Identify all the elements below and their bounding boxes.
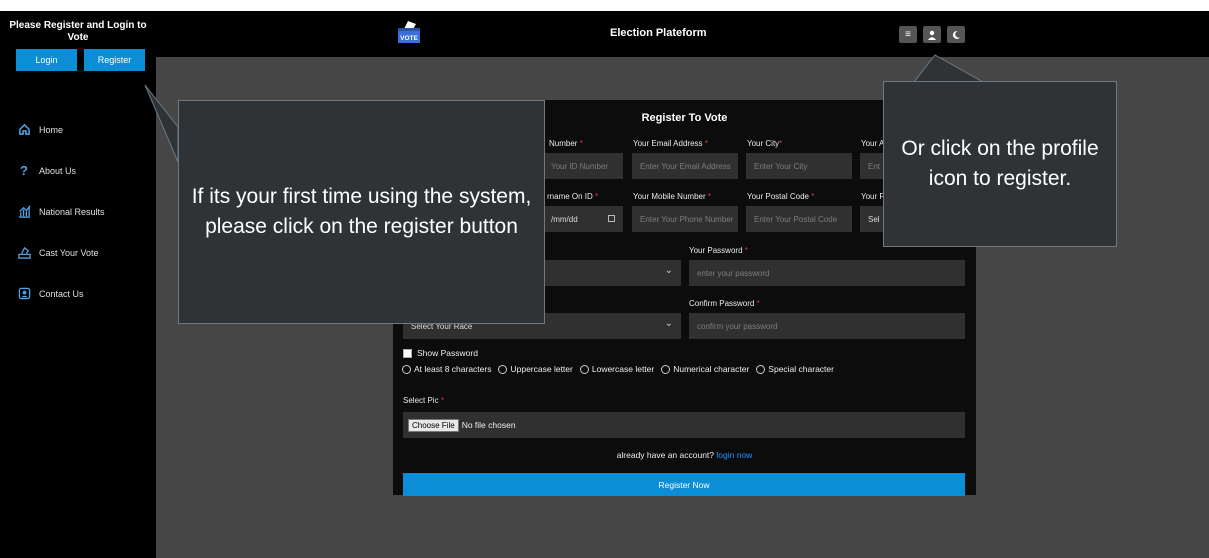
postal-label: Your Postal Code *: [747, 192, 815, 201]
contact-icon: [17, 287, 31, 301]
sidebar-item-label: Contact Us: [39, 288, 84, 299]
sidebar-item-label: Cast Your Vote: [39, 247, 99, 258]
password-input[interactable]: enter your password: [689, 260, 965, 286]
sidebar-item-about[interactable]: ? About Us: [0, 150, 156, 191]
callout-profile-hint: Or click on the profile icon to register…: [883, 81, 1117, 247]
confirm-password-input[interactable]: confirm your password: [689, 313, 965, 339]
calendar-icon[interactable]: [608, 215, 615, 222]
surname-label: rname On ID *: [547, 192, 599, 201]
show-password-row[interactable]: Show Password: [403, 348, 478, 358]
confirm-password-label: Confirm Password *: [689, 299, 760, 308]
extra-label-2: Your F: [861, 192, 885, 201]
sidebar-item-national-results[interactable]: National Results: [0, 191, 156, 232]
gender-select[interactable]: [543, 260, 681, 286]
profile-icon[interactable]: [923, 26, 941, 43]
top-header: VOTE Election Plateform ≡: [156, 11, 1209, 57]
criteria-item: Uppercase letter: [498, 364, 573, 374]
sidebar-nav: Home ? About Us National Results Cast Yo…: [0, 109, 156, 314]
vote-logo: VOTE: [395, 17, 423, 45]
question-icon: ?: [20, 163, 28, 178]
extra-label-1: Your A: [861, 139, 885, 148]
city-input[interactable]: Enter Your City: [746, 153, 852, 179]
show-password-label: Show Password: [417, 348, 478, 358]
password-label: Your Password *: [689, 246, 748, 255]
sidebar-item-contact[interactable]: Contact Us: [0, 273, 156, 314]
sidebar-item-label: National Results: [39, 206, 105, 217]
id-number-label: Number *: [549, 139, 583, 148]
file-status: No file chosen: [461, 420, 516, 430]
callout-register-hint: If its your first time using the system,…: [178, 100, 545, 324]
page-title: Election Plateform: [610, 27, 707, 39]
circle-icon: [756, 364, 766, 374]
criteria-item: Special character: [756, 364, 834, 374]
date-of-birth-input[interactable]: /mm/dd: [543, 206, 623, 232]
postal-code-input[interactable]: Enter Your Postal Code: [746, 206, 852, 232]
circle-icon: [661, 364, 671, 374]
sidebar-title: Please Register and Login to Vote: [9, 20, 147, 43]
login-button[interactable]: Login: [16, 49, 77, 71]
home-icon: [17, 123, 31, 137]
login-now-link[interactable]: login now: [716, 450, 752, 460]
moon-icon[interactable]: [947, 26, 965, 43]
id-number-input[interactable]: Your ID Number: [543, 153, 623, 179]
show-password-checkbox[interactable]: [403, 348, 412, 358]
ballot-icon: [17, 246, 31, 260]
select-pic-label: Select Pic *: [403, 396, 444, 405]
circle-icon: [579, 364, 589, 374]
criteria-item: Numerical character: [661, 364, 749, 374]
menu-icon[interactable]: ≡: [899, 26, 917, 43]
email-input[interactable]: Enter Your Email Address: [632, 153, 738, 179]
file-upload: Choose File No file chosen: [403, 412, 965, 438]
chart-icon: [17, 205, 31, 219]
sidebar-item-label: About Us: [39, 165, 77, 176]
sidebar-item-cast-vote[interactable]: Cast Your Vote: [0, 232, 156, 273]
city-label: Your City*: [747, 139, 783, 148]
criteria-item: At least 8 characters: [402, 364, 491, 374]
choose-file-button[interactable]: Choose File: [408, 418, 459, 432]
sidebar: Please Register and Login to Vote Login …: [0, 11, 156, 558]
criteria-item: Lowercase letter: [579, 364, 654, 374]
circle-icon: [498, 364, 508, 374]
app-window: Please Register and Login to Vote Login …: [0, 11, 1209, 558]
mobile-input[interactable]: Enter Your Phone Number: [632, 206, 738, 232]
account-prompt: already have an account? login now: [616, 450, 753, 460]
mobile-label: Your Mobile Number *: [633, 192, 711, 201]
password-criteria: At least 8 characters Uppercase letter L…: [402, 364, 834, 374]
email-label: Your Email Address *: [633, 139, 708, 148]
register-button[interactable]: Register: [84, 49, 145, 71]
sidebar-item-home[interactable]: Home: [0, 109, 156, 150]
logo-text: VOTE: [400, 35, 418, 42]
register-now-button[interactable]: Register Now: [403, 473, 965, 496]
sidebar-item-label: Home: [39, 124, 64, 135]
circle-icon: [402, 364, 411, 374]
